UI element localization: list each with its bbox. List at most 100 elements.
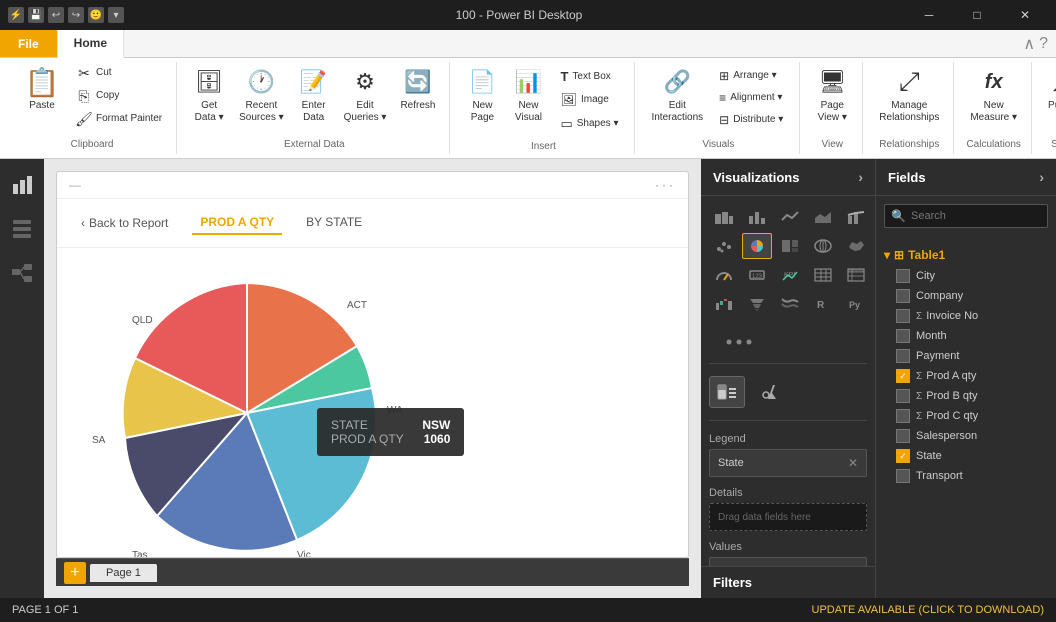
- viz-icon-waterfall[interactable]: [709, 291, 739, 317]
- field-item-invoice-no[interactable]: Σ Invoice No: [876, 306, 1056, 326]
- manage-relationships-button[interactable]: ⤢ ManageRelationships: [873, 62, 945, 128]
- viz-icon-stacked-bar[interactable]: [709, 204, 739, 230]
- smiley-icon[interactable]: 🙂: [88, 7, 104, 23]
- update-available-button[interactable]: UPDATE AVAILABLE (CLICK TO DOWNLOAD): [812, 604, 1044, 616]
- prod-b-qty-checkbox[interactable]: [896, 389, 910, 403]
- viz-icon-scatter[interactable]: [709, 233, 739, 259]
- prod-a-qty-checkbox[interactable]: ✓: [896, 369, 910, 383]
- close-button[interactable]: ✕: [1002, 0, 1048, 30]
- legend-value-box[interactable]: State ✕: [709, 449, 867, 477]
- edit-interactions-button[interactable]: 🔗 EditInteractions: [645, 62, 709, 128]
- prod-c-qty-checkbox[interactable]: [896, 409, 910, 423]
- edit-queries-button[interactable]: ⚙ EditQueries ▾: [338, 62, 393, 128]
- viz-icon-more[interactable]: [709, 329, 769, 355]
- viz-icon-kpi[interactable]: KPI: [775, 262, 805, 288]
- new-visual-button[interactable]: 📊 NewVisual: [506, 62, 550, 128]
- redo-icon[interactable]: ↪: [68, 7, 84, 23]
- payment-checkbox[interactable]: [896, 349, 910, 363]
- enter-data-button[interactable]: 📝 EnterData: [292, 62, 336, 128]
- viz-icon-matrix[interactable]: [841, 262, 871, 288]
- viz-icon-line[interactable]: [775, 204, 805, 230]
- add-page-button[interactable]: +: [64, 562, 86, 584]
- viz-icon-card[interactable]: 123: [742, 262, 772, 288]
- dropdown-icon[interactable]: ▾: [108, 7, 124, 23]
- viz-icon-pie[interactable]: [742, 233, 772, 259]
- legend-remove-button[interactable]: ✕: [848, 456, 858, 470]
- publish-button[interactable]: ☁ Publish: [1042, 62, 1056, 116]
- distribute-button[interactable]: ⊟ Distribute ▾: [713, 110, 789, 130]
- sidebar-item-data[interactable]: [4, 211, 40, 247]
- minimize-button[interactable]: ─: [906, 0, 952, 30]
- alignment-button[interactable]: ≡ Alignment ▾: [713, 88, 789, 108]
- ribbon-group-relationships: ⤢ ManageRelationships Relationships: [865, 62, 954, 154]
- svg-text:Py: Py: [849, 300, 860, 310]
- cut-button[interactable]: ✂ Cut: [70, 62, 168, 84]
- company-checkbox[interactable]: [896, 289, 910, 303]
- viz-icon-area[interactable]: [808, 204, 838, 230]
- details-value-box[interactable]: Drag data fields here: [709, 503, 867, 531]
- viz-icon-gauge[interactable]: [709, 262, 739, 288]
- invoice-no-checkbox[interactable]: [896, 309, 910, 323]
- card-more-options[interactable]: ···: [655, 178, 676, 192]
- viz-icon-combo[interactable]: [841, 204, 871, 230]
- title-bar: ⚡ 💾 ↩ ↪ 🙂 ▾ 100 - Power BI Desktop ─ □ ✕: [0, 0, 1056, 30]
- refresh-button[interactable]: 🔄 Refresh: [394, 62, 441, 116]
- collapse-ribbon[interactable]: ∧: [1023, 34, 1035, 54]
- sidebar-item-model[interactable]: [4, 255, 40, 291]
- field-item-prod-a-qty[interactable]: ✓ Σ Prod A qty: [876, 366, 1056, 386]
- salesperson-checkbox[interactable]: [896, 429, 910, 443]
- field-item-prod-c-qty[interactable]: Σ Prod C qty: [876, 406, 1056, 426]
- viz-icon-table[interactable]: [808, 262, 838, 288]
- sidebar-item-report[interactable]: [4, 167, 40, 203]
- viz-icon-map[interactable]: [808, 233, 838, 259]
- arrange-button[interactable]: ⊞ Arrange ▾: [713, 66, 789, 86]
- viz-icon-funnel[interactable]: [742, 291, 772, 317]
- transport-checkbox[interactable]: [896, 469, 910, 483]
- field-item-prod-b-qty[interactable]: Σ Prod B qty: [876, 386, 1056, 406]
- visualizations-expand-icon[interactable]: ›: [858, 169, 863, 185]
- save-icon[interactable]: 💾: [28, 7, 44, 23]
- paste-button[interactable]: 📋 Paste: [16, 62, 68, 116]
- format-painter-button[interactable]: 🖌 Format Painter: [70, 108, 168, 130]
- tab-by-state[interactable]: BY STATE: [298, 211, 370, 235]
- fields-search-input[interactable]: [884, 204, 1048, 228]
- new-page-button[interactable]: 📄 NewPage: [460, 62, 504, 128]
- field-item-month[interactable]: Month: [876, 326, 1056, 346]
- fields-expand-icon[interactable]: ›: [1039, 169, 1044, 185]
- field-item-payment[interactable]: Payment: [876, 346, 1056, 366]
- tab-prod-a-qty[interactable]: PROD A QTY: [192, 211, 282, 235]
- maximize-button[interactable]: □: [954, 0, 1000, 30]
- table1-header[interactable]: ▾ ⊞ Table1: [876, 244, 1056, 266]
- viz-icon-filled-map[interactable]: [841, 233, 871, 259]
- values-value-box[interactable]: Prod A qty ✕: [709, 557, 867, 566]
- undo-icon[interactable]: ↩: [48, 7, 64, 23]
- recent-sources-button[interactable]: 🕐 RecentSources ▾: [233, 62, 289, 128]
- tab-file[interactable]: File: [0, 30, 58, 57]
- get-data-button[interactable]: 🗄 GetData ▾: [187, 62, 231, 128]
- viz-icon-r-visual[interactable]: R: [808, 291, 838, 317]
- city-checkbox[interactable]: [896, 269, 910, 283]
- field-item-salesperson[interactable]: Salesperson: [876, 426, 1056, 446]
- page-1-tab[interactable]: Page 1: [90, 564, 157, 582]
- viz-icon-treemap[interactable]: [775, 233, 805, 259]
- viz-icon-ribbon[interactable]: [775, 291, 805, 317]
- state-checkbox[interactable]: ✓: [896, 449, 910, 463]
- viz-fields-button[interactable]: [709, 376, 745, 408]
- tab-home[interactable]: Home: [58, 30, 124, 58]
- new-measure-button[interactable]: fx NewMeasure ▾: [964, 62, 1023, 128]
- field-item-transport[interactable]: Transport: [876, 466, 1056, 486]
- viz-icon-column[interactable]: [742, 204, 772, 230]
- viz-format-button[interactable]: [753, 376, 789, 408]
- field-item-company[interactable]: Company: [876, 286, 1056, 306]
- viz-icon-py-visual[interactable]: Py: [841, 291, 871, 317]
- image-button[interactable]: 🖼 Image: [554, 89, 624, 111]
- copy-button[interactable]: ⎘ Copy: [70, 85, 168, 107]
- month-checkbox[interactable]: [896, 329, 910, 343]
- shapes-button[interactable]: ▭ Shapes ▾: [554, 113, 624, 135]
- field-item-city[interactable]: City: [876, 266, 1056, 286]
- help-button[interactable]: ?: [1039, 35, 1048, 53]
- back-to-report-button[interactable]: ‹ Back to Report: [73, 212, 176, 234]
- page-view-button[interactable]: 🖥 PageView ▾: [810, 62, 854, 128]
- field-item-state[interactable]: ✓ State: [876, 446, 1056, 466]
- text-box-button[interactable]: T Text Box: [554, 66, 624, 87]
